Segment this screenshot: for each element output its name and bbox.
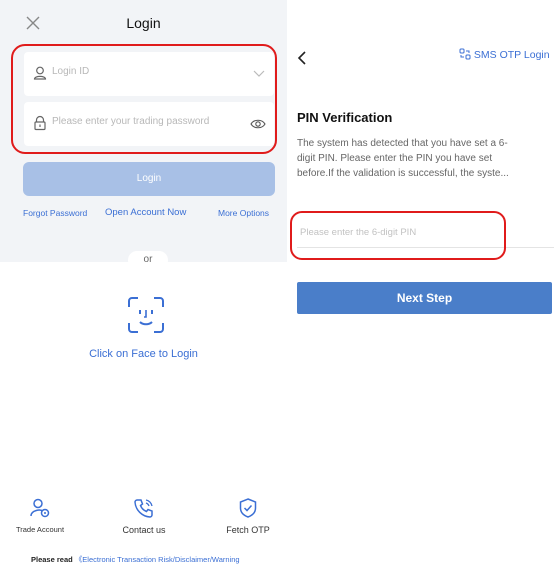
login-panel: Login Login ID Please enter your trading… xyxy=(0,0,287,573)
pin-description: The system has detected that you have se… xyxy=(297,136,554,181)
phone-icon xyxy=(134,499,153,518)
face-login-label[interactable]: Click on Face to Login xyxy=(0,348,287,360)
highlight-box xyxy=(11,44,277,154)
open-account-link[interactable]: Open Account Now xyxy=(105,207,186,218)
sms-otp-login-label: SMS OTP Login xyxy=(473,49,550,61)
contact-us-button[interactable]: Contact us xyxy=(104,497,184,535)
trade-account-button[interactable]: Trade Account xyxy=(0,497,80,534)
pin-desc-line-1: The system has detected that you have se… xyxy=(297,138,508,149)
face-id-icon[interactable] xyxy=(126,295,166,335)
next-step-button[interactable]: Next Step xyxy=(297,282,552,314)
switch-icon xyxy=(459,48,471,60)
pin-verification-title: PIN Verification xyxy=(297,110,393,125)
disclaimer-link[interactable]: 《Electronic Transaction Risk/Disclaimer/… xyxy=(75,555,240,564)
back-icon[interactable] xyxy=(296,49,310,67)
highlight-box-pin xyxy=(290,211,506,260)
shield-check-icon xyxy=(239,498,257,518)
pin-desc-line-3: before.If the validation is successful, … xyxy=(297,168,509,179)
page-title: Login xyxy=(126,15,161,31)
footer-prefix: Please read xyxy=(31,555,73,564)
contact-us-label: Contact us xyxy=(122,525,166,535)
fetch-otp-button[interactable]: Fetch OTP xyxy=(208,497,288,535)
forgot-password-link[interactable]: Forgot Password xyxy=(23,208,87,218)
or-divider: or xyxy=(128,251,168,269)
user-account-icon xyxy=(30,498,50,518)
more-options-link[interactable]: More Options xyxy=(218,208,269,218)
disclaimer-footer: Please read 《Electronic Transaction Risk… xyxy=(31,554,240,565)
fetch-otp-label: Fetch OTP xyxy=(226,525,270,535)
trade-account-label: Trade Account xyxy=(15,525,65,534)
pin-desc-line-2: digit PIN. Please enter the PIN you have… xyxy=(297,153,493,164)
sms-otp-login-link[interactable]: SMS OTP Login xyxy=(459,48,550,61)
login-button[interactable]: Login xyxy=(23,162,275,196)
